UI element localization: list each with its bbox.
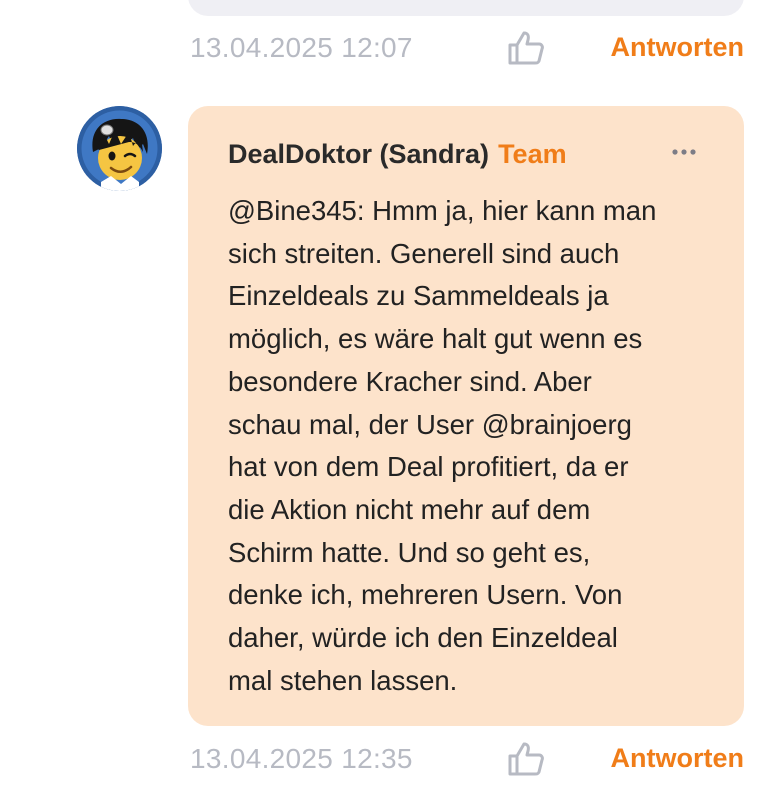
reply-button[interactable]: Antworten (611, 32, 744, 63)
avatar-cartoon-doctor (77, 106, 162, 191)
like-button[interactable] (506, 30, 546, 66)
more-dots-icon (672, 149, 696, 155)
comment-timestamp: 13.04.2025 12:35 (190, 743, 413, 774)
comment-body: @Bine345: Hmm ja, hier kann man sich str… (228, 195, 657, 696)
team-badge: Team (498, 138, 567, 169)
previous-comment-bubble (188, 0, 744, 16)
comment-timestamp: 13.04.2025 12:07 (190, 32, 413, 63)
previous-comment-meta: 13.04.2025 12:07 Antworten (190, 28, 744, 68)
comment-meta: 13.04.2025 12:35 Antworten (190, 739, 744, 779)
author-name[interactable]: DealDoktor (Sandra) (228, 139, 489, 170)
thumbs-up-icon (508, 31, 544, 65)
like-button[interactable] (506, 741, 546, 777)
avatar[interactable] (77, 106, 162, 191)
thumbs-up-icon (508, 742, 544, 776)
comment-header: DealDoktor (Sandra) Team (228, 136, 714, 172)
comment-thread: 13.04.2025 12:07 Antworten DealDoktor (S… (0, 0, 769, 800)
more-options-button[interactable] (670, 140, 700, 164)
comment-bubble: DealDoktor (Sandra) Team @Bine345: Hmm j… (188, 106, 744, 726)
reply-button[interactable]: Antworten (611, 743, 744, 774)
